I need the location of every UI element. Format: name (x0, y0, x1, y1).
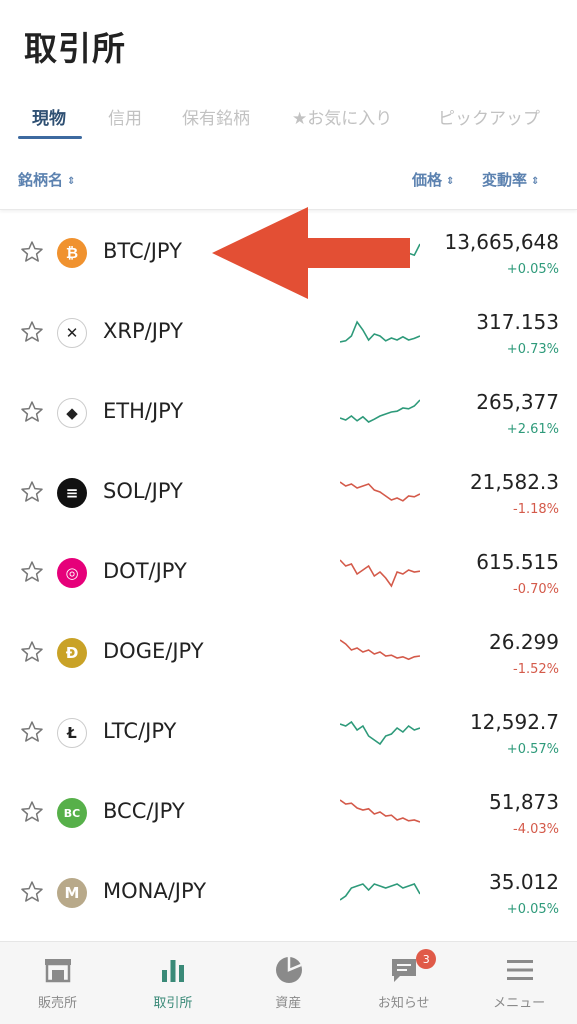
column-header: 銘柄名 ⇕ 価格 ⇕ 変動率 ⇕ (0, 160, 577, 210)
nav-pie-chart[interactable]: 資産 (231, 942, 346, 1024)
market-row-mona-jpy[interactable]: M MONA/JPY 35.012 +0.05% (0, 852, 577, 932)
pie-chart-icon (275, 957, 302, 983)
xrp-icon: ✕ (57, 318, 87, 348)
active-tab-indicator (18, 136, 82, 139)
nav-label: お知らせ (377, 996, 430, 1011)
nav-bar-chart[interactable]: 取引所 (115, 942, 230, 1024)
pair-name: BCC/JPY (103, 799, 185, 823)
price-value: 13,665,648 (444, 230, 559, 254)
market-tabs: 現物 信用 保有銘柄 ★お気に入り ピックアップ (0, 92, 577, 140)
price-value: 317.153 (476, 310, 559, 334)
market-row-eth-jpy[interactable]: ◆ ETH/JPY 265,377 +2.61% (0, 372, 577, 452)
tab-pickup[interactable]: ピックアップ (438, 104, 540, 129)
ethereum-icon: ◆ (57, 398, 87, 428)
page-title: 取引所 (24, 29, 126, 68)
pair-name: LTC/JPY (103, 719, 177, 743)
pair-name: DOGE/JPY (103, 639, 204, 663)
pair-name: SOL/JPY (103, 479, 183, 503)
sort-icon: ⇕ (67, 176, 76, 187)
change-rate: -1.18% (513, 502, 559, 517)
favorite-star-icon[interactable] (20, 480, 44, 504)
price-value: 26.299 (489, 630, 559, 654)
bar-chart-icon (162, 960, 185, 982)
change-rate: -1.52% (513, 662, 559, 677)
bitcoin-cash-icon: BC (57, 798, 87, 828)
sparkline-chart (340, 399, 420, 423)
favorite-star-icon[interactable] (20, 800, 44, 824)
sparkline-chart (340, 481, 420, 502)
bitcoin-icon: ₿ (57, 238, 87, 268)
favorite-star-icon[interactable] (20, 880, 44, 904)
solana-icon: ≡ (57, 478, 87, 508)
nav-hamburger-menu[interactable]: メニュー (462, 942, 577, 1024)
bottom-navigation: 販売所 取引所 資産 お知らせ 3 メニュー (0, 941, 577, 1024)
nav-store[interactable]: 販売所 (0, 942, 115, 1024)
sparkline-chart (340, 720, 420, 746)
pair-name: MONA/JPY (103, 879, 207, 903)
sort-by-name[interactable]: 銘柄名 ⇕ (18, 169, 75, 190)
sort-icon: ⇕ (531, 176, 540, 187)
price-value: 35.012 (489, 870, 559, 894)
price-value: 615.515 (476, 550, 559, 574)
market-row-xrp-jpy[interactable]: ✕ XRP/JPY 317.153 +0.73% (0, 292, 577, 372)
market-row-ltc-jpy[interactable]: Ł LTC/JPY 12,592.7 +0.57% (0, 692, 577, 772)
sparkline-chart (340, 799, 420, 823)
change-rate: -0.70% (513, 582, 559, 597)
market-row-sol-jpy[interactable]: ≡ SOL/JPY 21,582.3 -1.18% (0, 452, 577, 532)
favorite-star-icon[interactable] (20, 640, 44, 664)
store-icon (45, 959, 71, 983)
tab-margin[interactable]: 信用 (108, 104, 142, 129)
change-rate: +2.61% (506, 422, 559, 437)
price-value: 21,582.3 (469, 470, 559, 494)
tab-spot[interactable]: 現物 (32, 104, 66, 129)
market-row-bcc-jpy[interactable]: BC BCC/JPY 51,873 -4.03% (0, 772, 577, 852)
sort-by-price[interactable]: 価格 ⇕ (412, 169, 454, 190)
nav-label: 資産 (275, 996, 302, 1011)
pair-name: ETH/JPY (103, 399, 184, 423)
litecoin-icon: Ł (57, 718, 87, 748)
tab-favorites[interactable]: ★お気に入り (292, 104, 392, 129)
header: 取引所 (0, 0, 577, 90)
sparkline-chart (340, 320, 420, 343)
sparkline-chart (340, 559, 420, 588)
favorite-star-icon[interactable] (20, 400, 44, 424)
tab-holdings[interactable]: 保有銘柄 (182, 104, 250, 129)
market-row-dot-jpy[interactable]: ◎ DOT/JPY 615.515 -0.70% (0, 532, 577, 612)
notification-badge: 3 (416, 949, 437, 969)
sparkline-chart (340, 883, 420, 901)
polkadot-icon: ◎ (57, 558, 87, 588)
dogecoin-icon: Ð (57, 638, 87, 668)
price-value: 265,377 (476, 390, 559, 414)
nav-label: 販売所 (37, 996, 77, 1011)
change-rate: +0.57% (506, 742, 559, 757)
market-row-doge-jpy[interactable]: Ð DOGE/JPY 26.299 -1.52% (0, 612, 577, 692)
sparkline-chart (340, 639, 420, 661)
favorite-star-icon[interactable] (20, 240, 44, 264)
nav-message[interactable]: お知らせ 3 (346, 942, 461, 1024)
favorite-star-icon[interactable] (20, 560, 44, 584)
nav-label: メニュー (493, 996, 546, 1011)
hamburger-menu-icon (506, 960, 533, 980)
sort-by-change[interactable]: 変動率 ⇕ (482, 169, 539, 190)
red-arrow-annotation (212, 207, 410, 299)
pair-name: XRP/JPY (103, 319, 183, 343)
pair-name: BTC/JPY (103, 239, 182, 263)
favorite-star-icon[interactable] (20, 320, 44, 344)
price-value: 51,873 (489, 790, 559, 814)
change-rate: +0.73% (506, 342, 559, 357)
nav-label: 取引所 (153, 996, 193, 1011)
price-value: 12,592.7 (469, 710, 559, 734)
change-rate: +0.05% (506, 262, 559, 277)
pair-name: DOT/JPY (103, 559, 187, 583)
change-rate: +0.05% (506, 902, 559, 917)
change-rate: -4.03% (513, 822, 559, 837)
sort-icon: ⇕ (446, 176, 455, 187)
monacoin-icon: M (57, 878, 87, 908)
favorite-star-icon[interactable] (20, 720, 44, 744)
